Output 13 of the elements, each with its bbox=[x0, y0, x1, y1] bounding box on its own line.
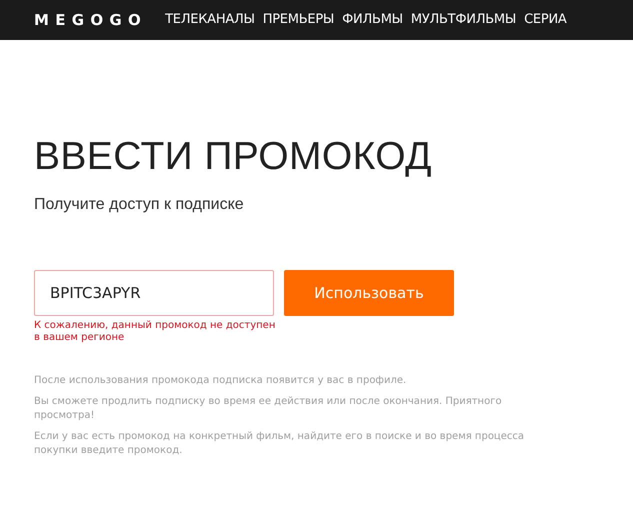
info-text: Если у вас есть промокод на конкретный фильм, найдите его в поиске и во время процесса покупки введите промокод. bbox=[34, 430, 526, 458]
nav-link[interactable]: ПРЕМЬЕРЫ bbox=[262, 10, 334, 30]
page-title: ВВЕСТИ ПРОМОКОД bbox=[34, 135, 433, 179]
info-text: После использования промокода подписка появится у вас в профиле. bbox=[34, 374, 408, 388]
promo-code-field[interactable]: BPITC3APYR bbox=[34, 270, 274, 316]
nav-link[interactable]: ФИЛЬМЫ bbox=[342, 10, 403, 30]
error-message: К сожалению, данный промокод не доступен в вашем регионе bbox=[34, 320, 276, 344]
logo[interactable]: MEGOGO bbox=[34, 8, 148, 32]
nav-link[interactable]: МУЛЬТФИЛЬМЫ bbox=[410, 10, 516, 30]
info-text: Вы сможете продлить подписку во время ее действия или после окончания. Приятного просмотра! bbox=[34, 395, 503, 423]
nav-link[interactable]: ТЕЛЕКАНАЛЫ bbox=[165, 10, 255, 30]
nav-link[interactable]: СЕРИА bbox=[524, 10, 567, 30]
subtitle: Получите доступ к подписке bbox=[34, 195, 245, 215]
